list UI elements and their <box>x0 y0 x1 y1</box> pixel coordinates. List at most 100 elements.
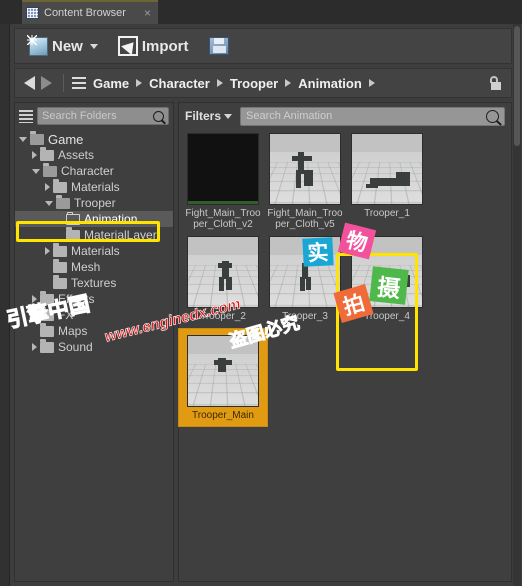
asset-tile-body: Trooper_Main <box>178 328 268 427</box>
breadcrumb-item-game[interactable]: Game <box>93 76 129 91</box>
thumbnail-sky <box>352 134 422 153</box>
folder-tree-item-label: Character <box>61 164 114 178</box>
chevron-open-icon[interactable] <box>45 200 53 206</box>
folder-icon <box>53 178 67 193</box>
left-rail <box>0 24 10 586</box>
tab-strip: Content Browser × <box>0 0 522 24</box>
folder-tree-item-label: MaterialLayer <box>84 228 157 242</box>
folder-tree-item-trooper[interactable]: Trooper <box>15 194 173 211</box>
folder-tree-item-label: Materials <box>71 180 120 194</box>
thumbnail-character <box>218 263 232 268</box>
asset-tile[interactable]: Trooper_2 <box>182 236 264 322</box>
tree-filter-icon[interactable] <box>19 109 33 123</box>
folder-icon <box>40 322 54 337</box>
asset-thumbnail <box>187 335 259 407</box>
asset-tile[interactable]: Fight_Main_Trooper_Cloth_v2 <box>182 133 264 230</box>
chevron-right-icon[interactable] <box>368 79 375 87</box>
thumbnail-character <box>306 277 311 290</box>
chevron-down-icon[interactable] <box>89 43 98 49</box>
asset-tile-label: Trooper_2 <box>200 311 246 322</box>
folder-icon <box>40 306 54 321</box>
chevron-open-icon[interactable] <box>19 136 27 142</box>
forward-arrow-icon[interactable] <box>41 76 52 90</box>
save-all-button[interactable] <box>203 32 235 60</box>
folder-tree-item-game[interactable]: Game <box>15 130 173 147</box>
chevron-right-icon[interactable] <box>285 79 292 87</box>
asset-tile[interactable]: Trooper_1 <box>346 133 428 230</box>
asset-tile[interactable]: Trooper_3 <box>264 236 346 322</box>
asset-tile-grid: Fight_Main_Trooper_Cloth_v2 Fight_Main_Tr… <box>178 131 508 431</box>
chevron-down-icon[interactable] <box>224 113 233 119</box>
asset-thumbnail <box>351 236 423 308</box>
folder-tree-item-materiallayer[interactable]: MaterialLayer <box>15 226 173 243</box>
folder-tree-item-sound[interactable]: Sound <box>15 338 173 355</box>
asset-tile[interactable]: Fight_Main_Trooper_Cloth_v5 <box>264 133 346 230</box>
asset-thumbnail <box>269 236 341 308</box>
chevron-closed-icon[interactable] <box>32 295 37 303</box>
folder-tree-item-label: Maps <box>58 324 88 338</box>
folder-tree-item-textures[interactable]: Textures <box>15 274 173 291</box>
asset-tile-label: Fight_Main_Trooper_Cloth_v2 <box>185 208 261 230</box>
folder-tree-item-character[interactable]: Character <box>15 162 173 179</box>
folder-tree-item-fx[interactable]: FX <box>15 306 173 323</box>
thumbnail-sky <box>270 237 340 256</box>
thumbnail-character <box>219 277 224 291</box>
new-button[interactable]: New <box>23 32 104 60</box>
import-button[interactable]: Import <box>112 32 195 60</box>
chevron-right-icon[interactable] <box>136 79 143 87</box>
folder-tree-item-materials[interactable]: Materials <box>15 178 173 195</box>
breadcrumb-item-trooper[interactable]: Trooper <box>230 76 278 91</box>
tab-content-browser[interactable]: Content Browser × <box>22 0 158 24</box>
scrollbar-thumb[interactable] <box>514 26 520 146</box>
search-assets-input[interactable]: Search Animation <box>240 106 505 126</box>
thumbnail-character <box>366 184 378 188</box>
folder-tree-item-label: Materials <box>71 244 120 258</box>
import-arrow-icon <box>117 36 138 56</box>
filters-button-label[interactable]: Filters <box>185 109 221 123</box>
back-arrow-icon[interactable] <box>24 76 35 90</box>
folder-tree-item-label: FX <box>58 308 74 322</box>
folder-icon <box>53 258 67 273</box>
breadcrumb: Game Character Trooper Animation <box>14 68 512 98</box>
breadcrumb-item-character[interactable]: Character <box>149 76 210 91</box>
path-list-icon[interactable] <box>72 77 86 89</box>
chevron-closed-icon[interactable] <box>32 311 37 319</box>
folder-tree-item-assets[interactable]: Assets <box>15 146 173 163</box>
chevron-closed-icon[interactable] <box>32 151 37 159</box>
chevron-closed-icon[interactable] <box>45 247 50 255</box>
folder-tree-item-materials[interactable]: Materials <box>15 242 173 259</box>
asset-tile-body: Fight_Main_Trooper_Cloth_v5 <box>265 133 345 230</box>
breadcrumb-item-animation[interactable]: Animation <box>298 76 362 91</box>
chevron-closed-icon[interactable] <box>32 343 37 351</box>
folder-tree-item-maps[interactable]: Maps <box>15 322 173 339</box>
thumbnail-character <box>396 172 410 186</box>
folder-tree-item-animation[interactable]: Animation <box>15 211 173 227</box>
close-icon[interactable]: × <box>141 7 154 19</box>
chevron-closed-icon[interactable] <box>45 183 50 191</box>
asset-tile[interactable]: Trooper_4 <box>346 236 428 322</box>
thumbnail-accent-strip <box>188 201 258 204</box>
asset-tile-label: Trooper_4 <box>364 311 410 322</box>
chevron-right-icon[interactable] <box>216 79 223 87</box>
divider <box>63 74 64 92</box>
asset-thumbnail <box>269 133 341 205</box>
asset-tile-label: Trooper_3 <box>282 311 328 322</box>
folder-tree-item-effects[interactable]: Effects <box>15 290 173 307</box>
vertical-scrollbar[interactable] <box>513 24 521 586</box>
search-icon <box>486 109 499 123</box>
search-folders-input[interactable]: Search Folders <box>37 107 169 125</box>
folder-tree-item-mesh[interactable]: Mesh <box>15 258 173 275</box>
new-button-label: New <box>52 37 83 55</box>
asset-tile-label: Trooper_1 <box>364 208 410 219</box>
thumbnail-character <box>214 360 232 365</box>
folder-tree-item-label: Sound <box>58 340 93 354</box>
folder-icon <box>66 211 80 225</box>
asset-tile[interactable]: Trooper_Main <box>178 328 268 427</box>
chevron-open-icon[interactable] <box>32 168 40 174</box>
folder-icon <box>56 194 70 209</box>
unlocked-padlock-icon[interactable] <box>490 76 501 90</box>
asset-tile-body: Trooper_4 <box>347 236 427 322</box>
asset-tile-body: Trooper_3 <box>265 236 345 322</box>
search-assets-placeholder: Search Animation <box>246 110 333 122</box>
folder-icon <box>40 290 54 305</box>
